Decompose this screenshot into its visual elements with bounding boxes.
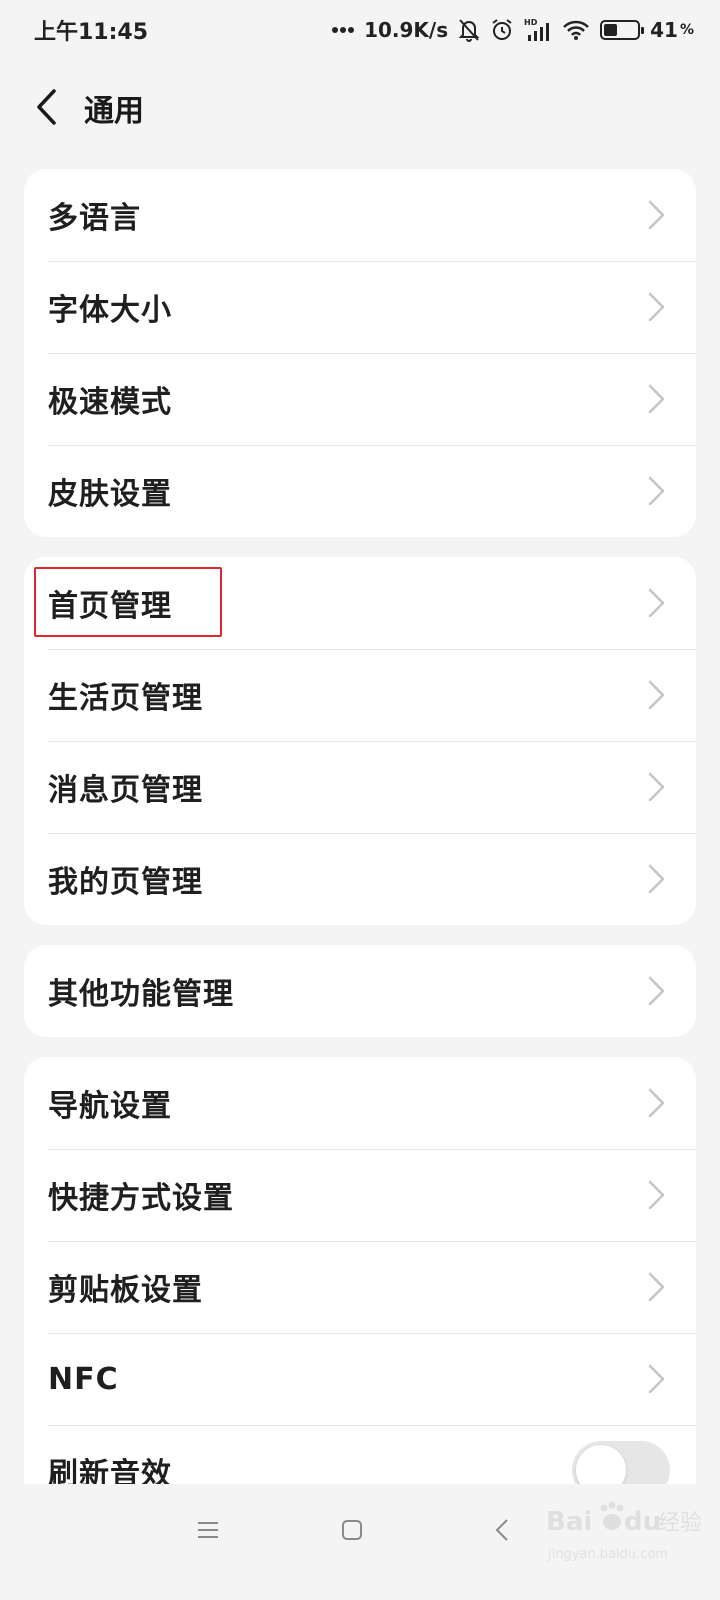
setting-item-skin[interactable]: 皮肤设置 [24, 445, 696, 537]
setting-item-fast-mode[interactable]: 极速模式 [24, 353, 696, 445]
setting-item-shortcuts[interactable]: 快捷方式设置 [24, 1149, 696, 1241]
dots-icon [332, 26, 355, 34]
svg-text:jingyan.baidu.com: jingyan.baidu.com [547, 1547, 668, 1562]
battery-percent: 41 [650, 18, 678, 42]
settings-group-3: 其他功能管理 [24, 945, 696, 1037]
battery-icon [600, 20, 645, 40]
setting-label: 生活页管理 [48, 681, 203, 716]
setting-label: 字体大小 [48, 293, 172, 328]
chevron-right-icon [648, 476, 665, 506]
chevron-right-icon [648, 1088, 665, 1118]
chevron-right-icon [648, 680, 665, 710]
status-indicators: 10.9K/s HD 41 % [332, 14, 694, 46]
svg-text:Bai: Bai [546, 1507, 592, 1537]
svg-text:HD: HD [524, 18, 538, 27]
setting-item-life-page[interactable]: 生活页管理 [24, 649, 696, 741]
setting-label: 消息页管理 [48, 773, 203, 808]
chevron-right-icon [648, 384, 665, 414]
baidu-watermark-logo: Bai du 经验 jingyan.baidu.com [546, 1501, 702, 1562]
setting-label: 剪贴板设置 [48, 1273, 203, 1308]
setting-item-navigation[interactable]: 导航设置 [24, 1057, 696, 1149]
header: 通用 [0, 62, 720, 154]
setting-label: 其他功能管理 [48, 977, 234, 1012]
battery-fill [604, 24, 618, 36]
setting-item-other-features[interactable]: 其他功能管理 [24, 945, 696, 1037]
setting-item-clipboard[interactable]: 剪贴板设置 [24, 1241, 696, 1333]
alarm-icon [490, 18, 514, 42]
chevron-right-icon [648, 1364, 665, 1394]
setting-item-nfc[interactable]: NFC [24, 1333, 696, 1425]
settings-group-2: 首页管理 生活页管理 消息页管理 我的页管理 [24, 557, 696, 925]
setting-label: 极速模式 [48, 385, 172, 420]
battery-percent-sign: % [679, 22, 694, 38]
setting-label: 导航设置 [48, 1089, 172, 1124]
status-bar: 上午11:45 10.9K/s HD 41 % [0, 0, 720, 62]
setting-label: 我的页管理 [48, 865, 203, 900]
chevron-right-icon [648, 200, 665, 230]
chevron-right-icon [648, 976, 665, 1006]
page-title: 通用 [84, 94, 144, 129]
chevron-right-icon [648, 1272, 665, 1302]
nav-back-button[interactable] [480, 1508, 524, 1552]
chevron-right-icon [648, 292, 665, 322]
menu-icon [198, 1522, 218, 1538]
chevron-right-icon [648, 588, 665, 618]
mute-bell-icon [458, 18, 480, 42]
network-speed: 10.9K/s [364, 18, 449, 42]
back-button[interactable] [22, 80, 70, 134]
setting-item-font-size[interactable]: 字体大小 [24, 261, 696, 353]
settings-group-4: 导航设置 快捷方式设置 剪贴板设置 NFC 刷新音效 [24, 1057, 696, 1517]
menu-button[interactable] [186, 1508, 230, 1552]
setting-item-message-page[interactable]: 消息页管理 [24, 741, 696, 833]
svg-text:du: du [624, 1507, 661, 1537]
status-time: 上午11:45 [34, 20, 149, 45]
chevron-right-icon [648, 772, 665, 802]
setting-label: 多语言 [48, 201, 141, 236]
back-chevron-icon [495, 1519, 508, 1541]
setting-label: 快捷方式设置 [48, 1181, 234, 1216]
setting-item-my-page[interactable]: 我的页管理 [24, 833, 696, 925]
chevron-right-icon [648, 864, 665, 894]
setting-item-language[interactable]: 多语言 [24, 169, 696, 261]
setting-label: NFC [48, 1361, 119, 1397]
settings-group-1: 多语言 字体大小 极速模式 皮肤设置 [24, 169, 696, 537]
wifi-icon [562, 19, 590, 41]
home-button[interactable] [330, 1508, 374, 1552]
chevron-right-icon [648, 1180, 665, 1210]
setting-label: 皮肤设置 [48, 477, 172, 512]
hd-signal-icon: HD [524, 17, 552, 43]
setting-label: 首页管理 [48, 589, 172, 624]
chevron-left-icon [37, 89, 56, 125]
home-square-icon [342, 1520, 362, 1540]
svg-text:经验: 经验 [658, 1511, 702, 1536]
setting-item-home-page[interactable]: 首页管理 [24, 557, 696, 649]
